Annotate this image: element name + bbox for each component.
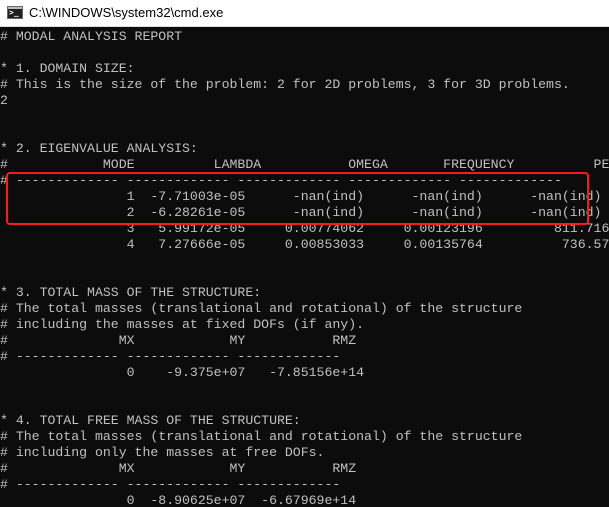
console-line: # ------------- ------------- ----------…	[0, 349, 341, 364]
title-bar[interactable]: C:\WINDOWS\system32\cmd.exe	[0, 0, 609, 27]
console-line: # ------------- ------------- ----------…	[0, 477, 341, 492]
console-line: * 2. EIGENVALUE ANALYSIS:	[0, 141, 198, 156]
console-line: 0 -9.375e+07 -7.85156e+14	[0, 365, 365, 380]
cmd-icon	[7, 6, 23, 19]
console-line: 0 -8.90625e+07 -6.67969e+14	[0, 493, 357, 507]
console-line: # MODE LAMBDA OMEGA FREQUENCY PERIOD	[0, 157, 609, 172]
console-line: * 1. DOMAIN SIZE:	[0, 61, 135, 76]
console-output[interactable]: # MODAL ANALYSIS REPORT * 1. DOMAIN SIZE…	[0, 27, 609, 507]
console-line: 4 7.27666e-05 0.00853033 0.00135764 736.…	[0, 237, 609, 252]
console-line: # MODAL ANALYSIS REPORT	[0, 29, 183, 44]
console-line: 2	[0, 93, 8, 108]
console-line: * 4. TOTAL FREE MASS OF THE STRUCTURE:	[0, 413, 301, 428]
console-line: # This is the size of the problem: 2 for…	[0, 77, 570, 92]
console-line: # MX MY RMZ	[0, 461, 357, 476]
console-line: # The total masses (translational and ro…	[0, 429, 523, 444]
console-line: * 3. TOTAL MASS OF THE STRUCTURE:	[0, 285, 262, 300]
window-title: C:\WINDOWS\system32\cmd.exe	[29, 5, 224, 20]
console-line: # including the masses at fixed DOFs (if…	[0, 317, 365, 332]
cmd-window: C:\WINDOWS\system32\cmd.exe # MODAL ANAL…	[0, 0, 609, 507]
console-line: # The total masses (translational and ro…	[0, 301, 523, 316]
highlight-box	[6, 172, 589, 225]
console-line: # MX MY RMZ	[0, 333, 357, 348]
console-line: # including only the masses at free DOFs…	[0, 445, 325, 460]
